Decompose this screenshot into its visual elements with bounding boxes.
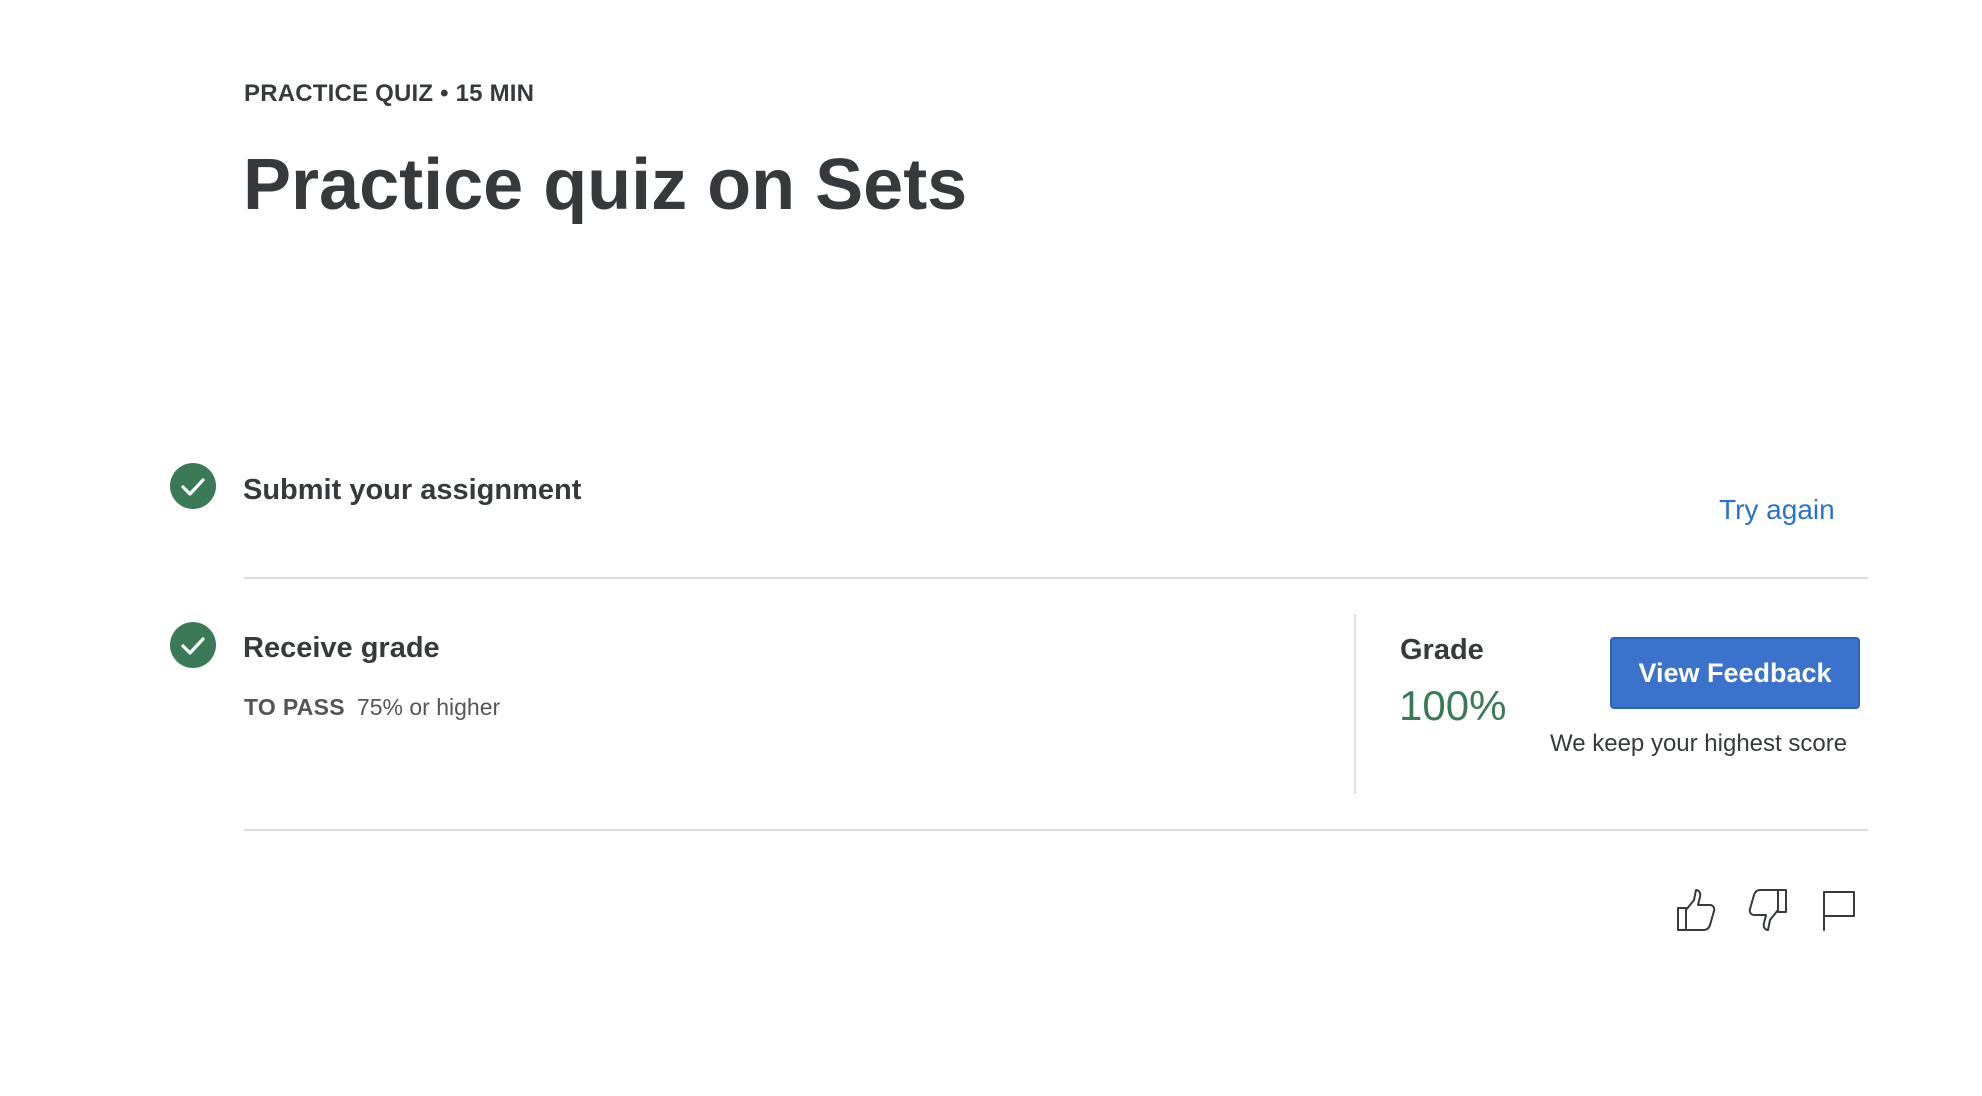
pass-value: 75% or higher	[356, 694, 501, 720]
page-title: Practice quiz on Sets	[243, 145, 968, 225]
divider	[244, 829, 1868, 831]
view-feedback-button[interactable]: View Feedback	[1610, 637, 1860, 709]
grade-check-icon	[170, 622, 216, 668]
grade-step-title: Receive grade	[243, 632, 440, 664]
grade-panel-divider	[1354, 614, 1356, 794]
submit-step-title: Submit your assignment	[243, 474, 582, 506]
submit-check-icon	[170, 463, 216, 509]
grade-label: Grade	[1400, 634, 1484, 666]
pass-key: TO PASS	[244, 694, 345, 720]
flag-icon[interactable]	[1814, 886, 1862, 934]
try-again-link[interactable]: Try again	[1719, 494, 1835, 526]
page-eyebrow: PRACTICE QUIZ • 15 MIN	[244, 80, 535, 107]
thumbs-down-icon[interactable]	[1744, 886, 1792, 934]
grade-value: 100%	[1399, 682, 1507, 729]
pass-requirement: TO PASS 75% or higher	[244, 694, 500, 721]
thumbs-up-icon[interactable]	[1672, 886, 1720, 934]
divider	[244, 577, 1868, 579]
highest-score-note: We keep your highest score	[1550, 730, 1848, 757]
